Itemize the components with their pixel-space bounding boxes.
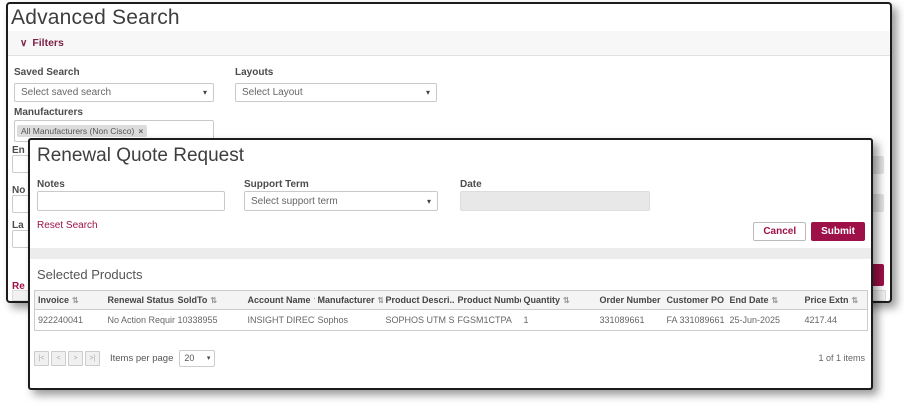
cell-end-date: 25-Jun-2025 <box>727 310 802 331</box>
next-page-button[interactable]: > <box>68 351 83 366</box>
manufacturer-tag-label: All Manufacturers (Non Cisco) <box>21 126 134 136</box>
page-size-value: 20 <box>184 353 194 363</box>
page-size-select[interactable]: 20 ▾ <box>179 350 215 367</box>
page-title: Advanced Search <box>11 6 180 30</box>
notes-label: Notes <box>37 179 65 190</box>
caret-down-icon: ▾ <box>203 88 207 97</box>
cell-customer-po: FA 331089661 <box>664 310 727 331</box>
filters-toggle[interactable]: ∨ Filters <box>8 31 890 56</box>
remove-tag-icon[interactable]: × <box>138 126 143 136</box>
saved-search-select[interactable]: Select saved search ▾ <box>14 83 214 102</box>
manufacturers-label: Manufacturers <box>14 107 83 118</box>
column-header[interactable]: Manufacturer⇅ <box>315 291 383 310</box>
filters-label: Filters <box>32 37 64 49</box>
modal-title: Renewal Quote Request <box>37 145 244 167</box>
chevron-down-icon: ∨ <box>20 38 27 49</box>
sort-icon: ⇅ <box>210 296 217 305</box>
date-input <box>460 191 650 211</box>
caret-down-icon: ▾ <box>207 354 211 362</box>
sort-icon: ⇅ <box>852 296 859 305</box>
pagination-summary: 1 of 1 items <box>818 353 865 363</box>
sort-icon: ⇅ <box>378 296 383 305</box>
support-term-select[interactable]: Select support term ▾ <box>244 191 438 211</box>
caret-down-icon: ▾ <box>427 197 431 206</box>
cell-price-extn: 4217.44 <box>802 310 868 331</box>
cell-soldto: 10338955 <box>175 310 245 331</box>
manufacturer-tag: All Manufacturers (Non Cisco) × <box>17 125 147 137</box>
saved-search-value: Select saved search <box>21 87 199 98</box>
caret-down-icon: ▾ <box>426 88 430 97</box>
column-header[interactable]: Quantity⇅ <box>521 291 597 310</box>
cell-invoice: 922240041 <box>35 310 105 331</box>
column-header[interactable]: Order Number⇅ <box>597 291 664 310</box>
reset-search-link[interactable]: Reset Search <box>37 220 98 231</box>
column-header[interactable]: Renewal Status⇅ <box>105 291 175 310</box>
sort-icon: ⇅ <box>563 296 570 305</box>
items-per-page-label: Items per page <box>110 353 173 364</box>
notes-input[interactable] <box>37 191 225 211</box>
desktop: Advanced Search ∨ Filters Saved Search S… <box>0 0 904 404</box>
cell-quantity: 1 <box>521 310 597 331</box>
last-page-button[interactable]: >| <box>85 351 100 366</box>
column-header[interactable]: SoldTo⇅ <box>175 291 245 310</box>
cell-order-number: 331089661 <box>597 310 664 331</box>
support-term-value: Select support term <box>251 196 423 207</box>
column-header[interactable]: Product Descri...⇅ <box>383 291 455 310</box>
layouts-value: Select Layout <box>242 87 422 98</box>
cancel-button[interactable]: Cancel <box>753 222 806 241</box>
table-header-row: Invoice⇅ Renewal Status⇅ SoldTo⇅ Account… <box>35 291 868 310</box>
section-divider <box>30 248 871 259</box>
column-header[interactable]: Price Extn⇅ <box>802 291 868 310</box>
column-header[interactable]: Invoice⇅ <box>35 291 105 310</box>
cell-product-description: SOPHOS UTM S... <box>383 310 455 331</box>
pagination-bar: |< < > >| Items per page 20 ▾ 1 of 1 ite… <box>34 346 865 370</box>
sort-icon: ⇅ <box>772 296 779 305</box>
saved-search-label: Saved Search <box>14 67 80 78</box>
submit-button[interactable]: Submit <box>811 222 865 241</box>
cell-account-name: INSIGHT DIRECT ... <box>245 310 315 331</box>
previous-page-button[interactable]: < <box>51 351 66 366</box>
date-label: Date <box>460 179 482 190</box>
first-page-button[interactable]: |< <box>34 351 49 366</box>
column-header[interactable]: Product Number⇅ <box>455 291 521 310</box>
table-row[interactable]: 922240041 No Action Required 10338955 IN… <box>35 310 868 331</box>
sort-icon: ⇅ <box>72 296 79 305</box>
cell-product-number: FGSM1CTPA <box>455 310 521 331</box>
renewal-quote-request-modal: Renewal Quote Request Notes Support Term… <box>28 138 873 390</box>
column-header[interactable]: Account Name⇅ <box>245 291 315 310</box>
support-term-label: Support Term <box>244 179 309 190</box>
cell-renewal-status: No Action Required <box>105 310 175 331</box>
column-header[interactable]: Customer PO⇅ <box>664 291 727 310</box>
layouts-label: Layouts <box>235 67 273 78</box>
sort-icon: ⇅ <box>314 296 315 305</box>
column-header[interactable]: End Date⇅ <box>727 291 802 310</box>
layouts-select[interactable]: Select Layout ▾ <box>235 83 437 102</box>
selected-products-heading: Selected Products <box>37 267 143 282</box>
cell-manufacturer: Sophos <box>315 310 383 331</box>
selected-products-table: Invoice⇅ Renewal Status⇅ SoldTo⇅ Account… <box>34 290 868 331</box>
